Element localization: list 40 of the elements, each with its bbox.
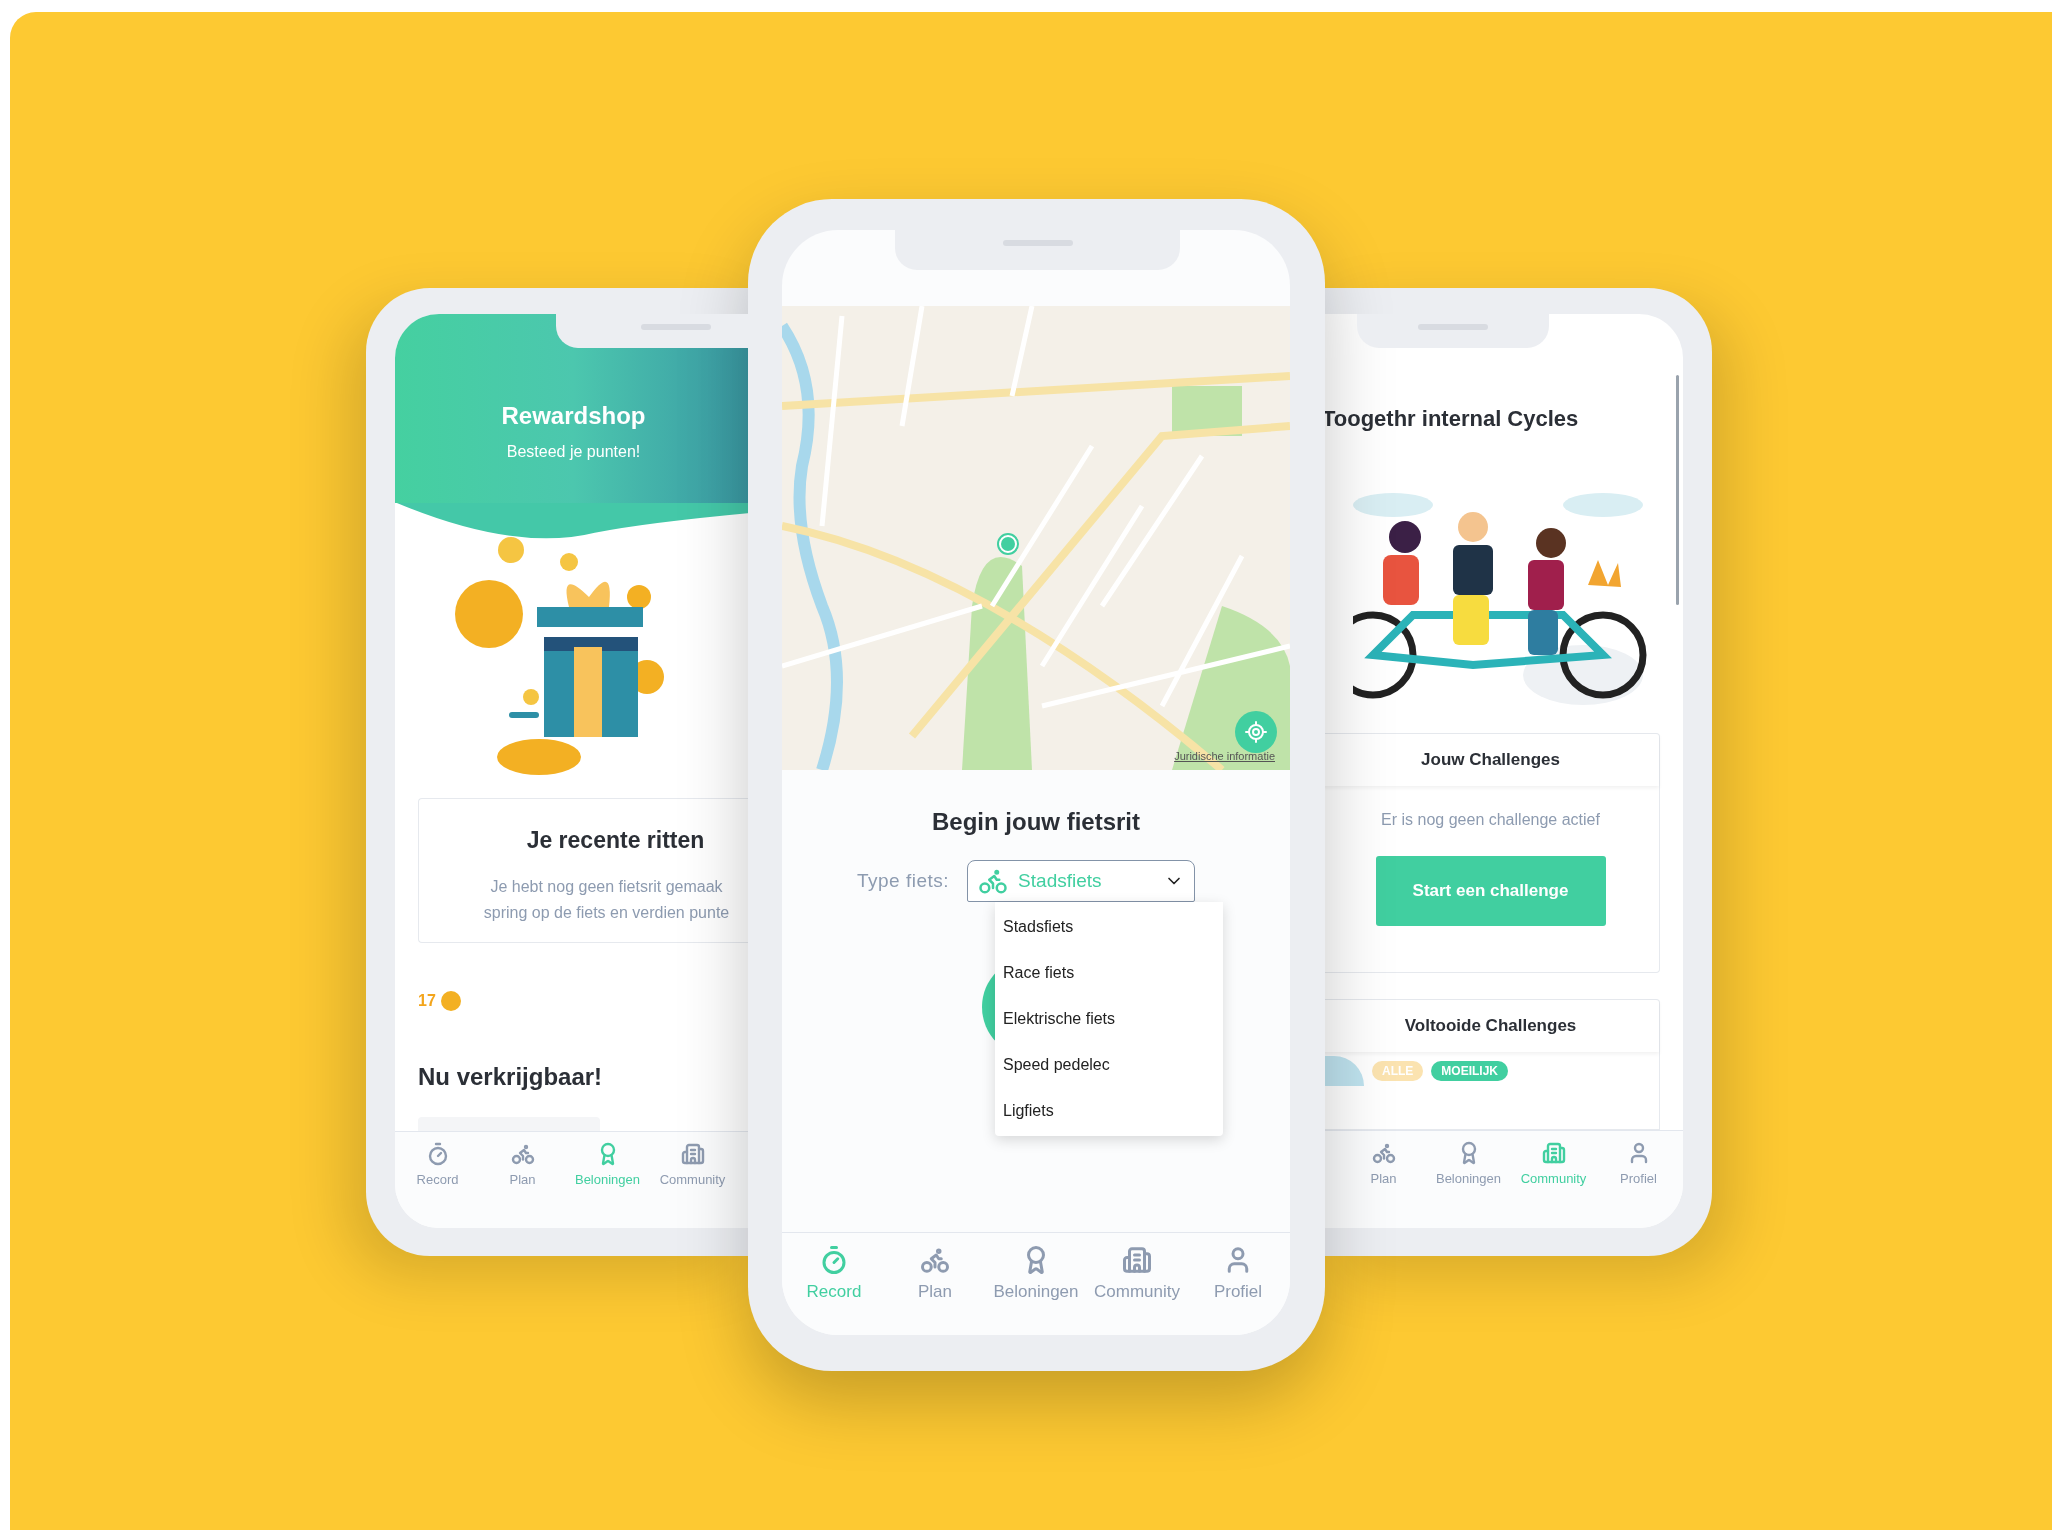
building-icon	[680, 1141, 705, 1166]
card-header: Voltooide Challenges	[1322, 1000, 1659, 1052]
dropdown-option[interactable]: Speed pedelec	[995, 1042, 1223, 1088]
nav-tab[interactable]: Community	[1511, 1141, 1596, 1228]
legal-link[interactable]: Juridische informatie	[1174, 748, 1275, 765]
shop-subtitle: Besteed je punten!	[506, 442, 641, 462]
bike-type-select[interactable]: Stadsfiets	[967, 860, 1196, 902]
dropdown-option[interactable]: Ligfiets	[995, 1088, 1223, 1134]
start-challenge-button[interactable]: Start een challenge	[1375, 856, 1606, 926]
building-icon	[1541, 1141, 1566, 1165]
points-count: 17	[418, 991, 436, 1012]
dropdown-option[interactable]: Elektrische fiets	[995, 996, 1223, 1042]
nav-tab[interactable]: Record	[783, 1245, 885, 1335]
bicycle-icon	[1371, 1141, 1396, 1165]
nav-tab[interactable]: Beloningen	[1426, 1141, 1511, 1228]
nav-tab[interactable]: Community	[1086, 1245, 1188, 1335]
nav-tab[interactable]: Profiel	[1596, 1141, 1681, 1228]
nav-tab[interactable]: Community	[650, 1141, 735, 1228]
building-icon	[1122, 1245, 1152, 1275]
empty-rides-text: Je hebt nog geen fietsrit gemaak spring op de fiets en verdien punte	[482, 876, 730, 923]
nav-tab[interactable]: Beloningen	[565, 1141, 650, 1228]
empty-challenge-text: Er is nog geen challenge actief	[1381, 810, 1600, 830]
field-label: Type fiets:	[857, 868, 950, 893]
shop-title: Rewardshop	[501, 401, 646, 431]
card-header: Jouw Challenges	[1322, 734, 1659, 786]
dropdown-option[interactable]: Race fiets	[995, 950, 1223, 996]
dropdown-option[interactable]: Stadsfiets	[995, 904, 1223, 950]
card-title: Je recente ritten	[525, 826, 705, 856]
nav-tab[interactable]: Plan	[1341, 1141, 1426, 1228]
record-title: Begin jouw fietsrit	[931, 807, 1141, 837]
nav-tab[interactable]: Plan	[480, 1141, 565, 1228]
nav-tab[interactable]: Profiel	[1187, 1245, 1289, 1335]
nav-tab[interactable]: Beloningen	[985, 1245, 1087, 1335]
locate-icon	[1244, 720, 1268, 744]
nav-tab[interactable]: Plan	[884, 1245, 986, 1335]
coin-icon	[439, 990, 462, 1013]
community-title: Toogethr internal Cycles	[1322, 405, 1580, 433]
filter-chip[interactable]: MOEILIJK	[1431, 1061, 1508, 1081]
nav-tab[interactable]: Record	[395, 1141, 480, 1228]
section-title: Nu verkrijgbaar!	[418, 1062, 604, 1093]
